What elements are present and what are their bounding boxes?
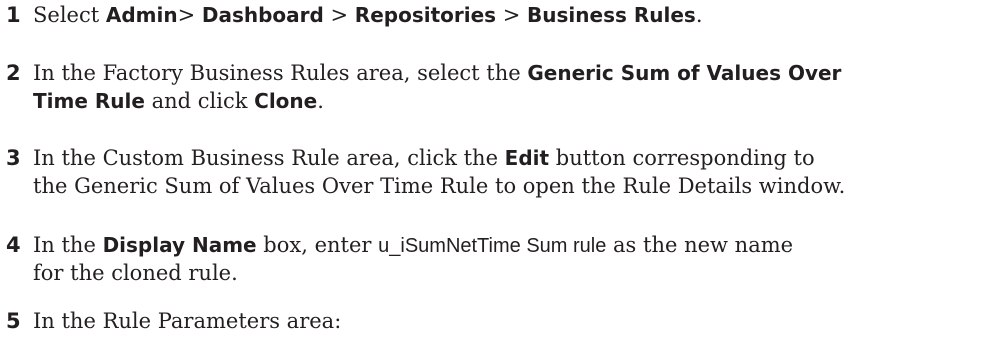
step-text-line-1: In the Custom Business Rule area, click …	[33, 146, 815, 170]
menu-repositories: Repositories	[354, 3, 497, 27]
entered-value: u_iSumNetTime Sum rule	[378, 235, 607, 257]
step-text-line-1: In the Display Name box, enter u_iSumNet…	[33, 233, 794, 257]
menu-admin: Admin	[105, 3, 178, 27]
step-number: 1	[6, 3, 21, 27]
rule-name: Generic Sum of Values Over	[527, 61, 842, 85]
display-name-label: Display Name	[102, 233, 257, 257]
edit-label: Edit	[504, 146, 550, 170]
menu-dashboard: Dashboard	[201, 3, 324, 27]
procedure-steps: 1 Select Admin> Dashboard > Repositories…	[0, 0, 989, 337]
step-number: 4	[6, 233, 21, 257]
step-number: 2	[6, 61, 21, 85]
menu-business-rules: Business Rules	[527, 3, 696, 27]
step-number: 5	[6, 309, 21, 333]
step-text-line-1: In the Factory Business Rules area, sele…	[33, 61, 842, 85]
step-text: Select Admin> Dashboard > Repositories >…	[33, 3, 703, 27]
step-number: 3	[6, 146, 21, 170]
step-text: In the Rule Parameters area:	[33, 309, 342, 333]
step-text-line-2: for the cloned rule.	[33, 261, 238, 285]
clone-label: Clone	[254, 89, 318, 113]
rule-name-cont: Time Rule	[33, 89, 145, 113]
step-text-line-2: the Generic Sum of Values Over Time Rule…	[33, 174, 846, 198]
step-text-line-2: Time Rule and click Clone.	[33, 89, 324, 113]
